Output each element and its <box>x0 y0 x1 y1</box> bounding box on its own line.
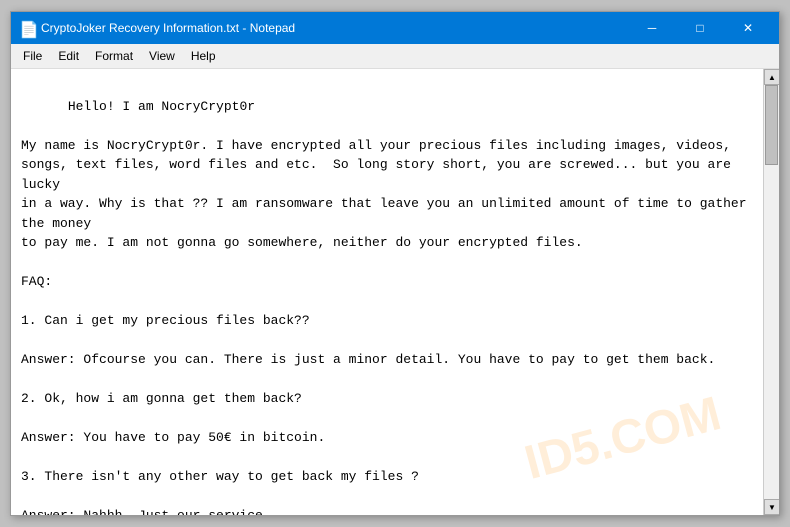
close-button[interactable]: ✕ <box>725 18 771 38</box>
scroll-down-button[interactable]: ▼ <box>764 499 779 515</box>
window-controls: ─ □ ✕ <box>629 18 771 38</box>
minimize-button[interactable]: ─ <box>629 18 675 38</box>
menu-edit[interactable]: Edit <box>50 46 87 66</box>
content-area: Hello! I am NocryCrypt0r My name is Nocr… <box>11 69 779 515</box>
menu-file[interactable]: File <box>15 46 50 66</box>
text-content[interactable]: Hello! I am NocryCrypt0r My name is Nocr… <box>11 69 763 515</box>
menu-help[interactable]: Help <box>183 46 224 66</box>
scroll-up-button[interactable]: ▲ <box>764 69 779 85</box>
menu-view[interactable]: View <box>141 46 183 66</box>
menu-format[interactable]: Format <box>87 46 141 66</box>
watermark: ID5.COM <box>517 378 729 499</box>
app-icon: 📄 <box>19 20 35 36</box>
scrollbar[interactable]: ▲ ▼ <box>763 69 779 515</box>
document-text: Hello! I am NocryCrypt0r My name is Nocr… <box>21 99 754 516</box>
title-bar: 📄 CryptoJoker Recovery Information.txt -… <box>11 12 779 44</box>
window-title: CryptoJoker Recovery Information.txt - N… <box>41 21 629 35</box>
maximize-button[interactable]: □ <box>677 18 723 38</box>
scrollbar-thumb[interactable] <box>765 85 778 165</box>
scrollbar-track[interactable] <box>764 85 779 499</box>
notepad-window: 📄 CryptoJoker Recovery Information.txt -… <box>10 11 780 516</box>
menu-bar: File Edit Format View Help <box>11 44 779 69</box>
